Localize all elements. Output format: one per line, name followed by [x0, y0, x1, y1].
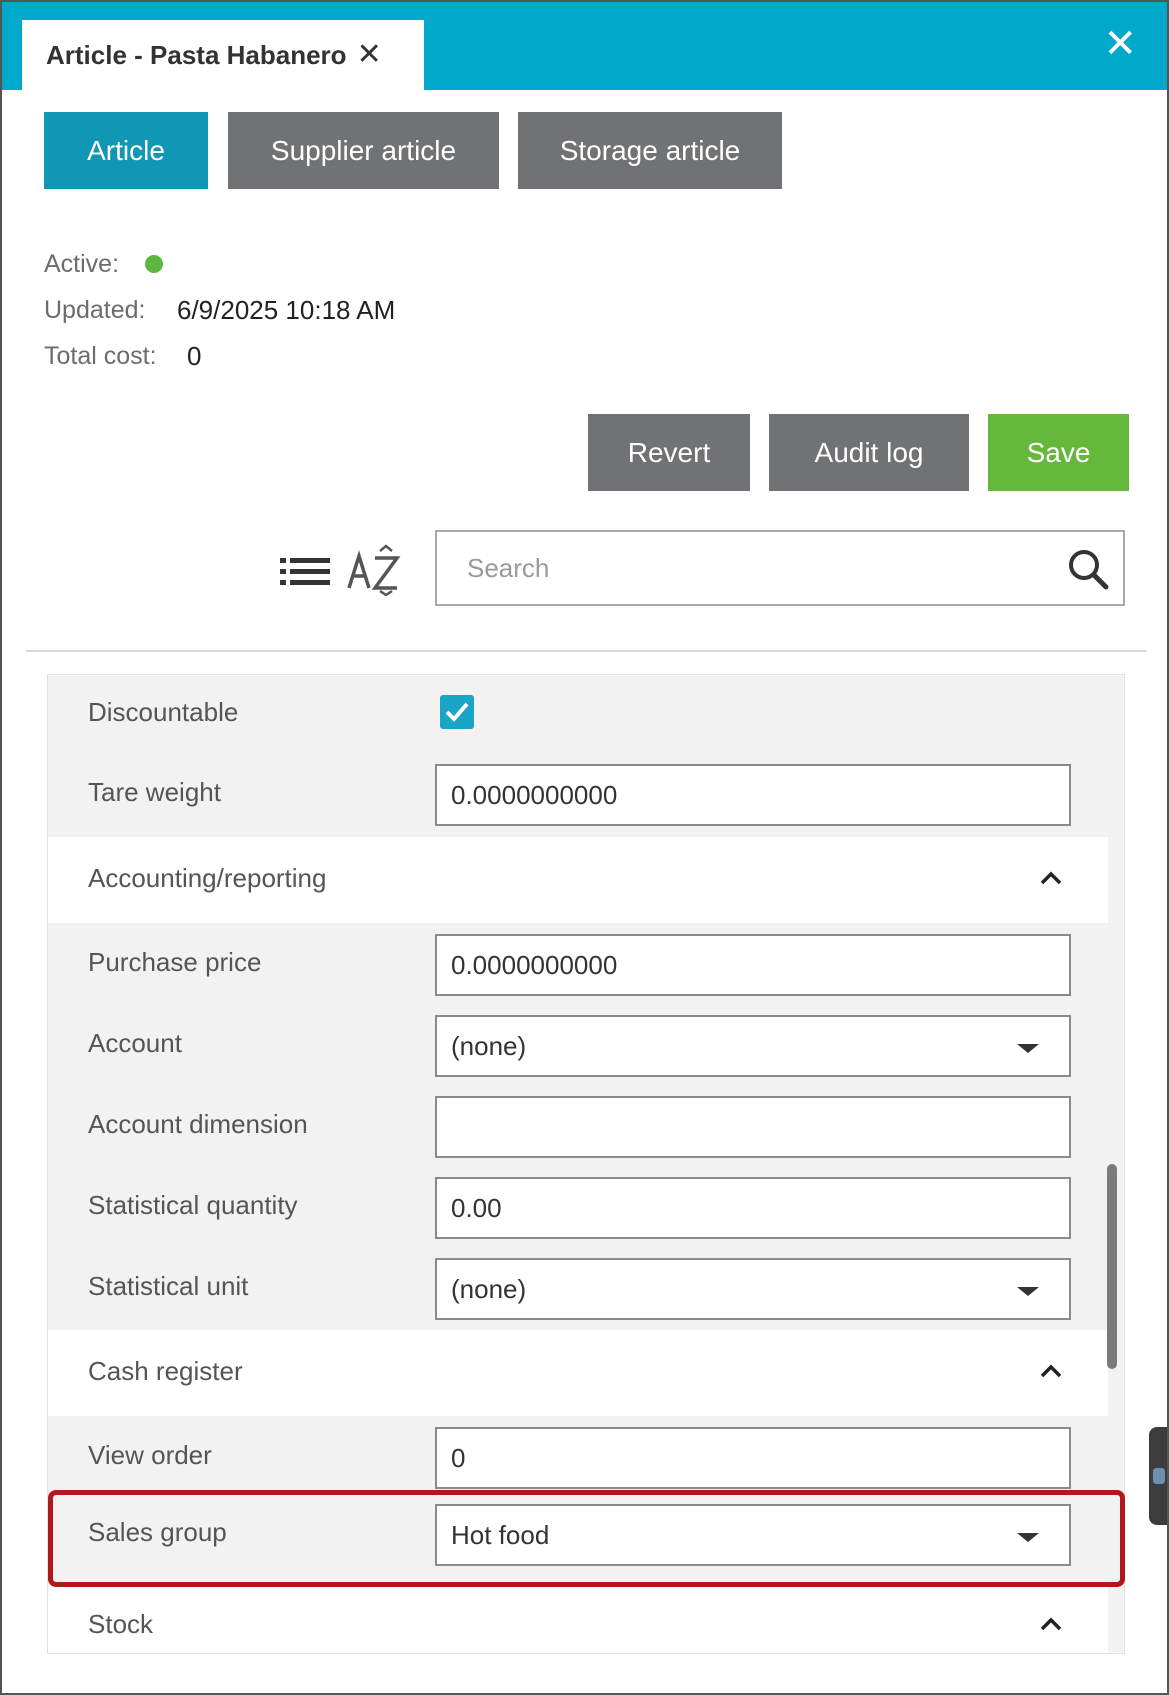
- view-order-value: 0: [451, 1442, 466, 1473]
- purchase-price-field[interactable]: 0.0000000000: [435, 934, 1071, 996]
- sales-group-value: Hot food: [451, 1519, 550, 1550]
- tab-title: Article - Pasta Habanero: [46, 39, 347, 70]
- account-dimension-field[interactable]: [435, 1096, 1071, 1158]
- total-cost-label: Total cost:: [44, 342, 157, 370]
- search-icon[interactable]: [1067, 548, 1109, 590]
- chevron-up-icon: [1040, 871, 1062, 885]
- divider: [26, 650, 1147, 652]
- tab-close-icon[interactable]: ✕: [357, 40, 382, 70]
- discountable-label: Discountable: [88, 697, 239, 727]
- caret-down-icon: [1017, 1287, 1039, 1296]
- tare-weight-field[interactable]: 0.0000000000: [435, 764, 1071, 826]
- statistical-unit-value: (none): [451, 1273, 527, 1304]
- save-button[interactable]: Save: [988, 414, 1129, 491]
- purchase-price-label: Purchase price: [88, 947, 262, 977]
- checkmark-icon: [445, 702, 469, 722]
- purchase-price-value: 0.0000000000: [451, 949, 618, 980]
- chevron-up-icon: [1040, 1617, 1062, 1631]
- section-title: Cash register: [88, 1356, 243, 1386]
- caret-down-icon: [1017, 1533, 1039, 1542]
- caret-down-icon: [1017, 1044, 1039, 1053]
- sort-az-icon[interactable]: [347, 544, 401, 596]
- tare-weight-value: 0.0000000000: [451, 779, 618, 810]
- tab-article[interactable]: Article: [44, 112, 208, 189]
- tab-storage-article[interactable]: Storage article: [518, 112, 782, 189]
- section-title: Accounting/reporting: [88, 863, 327, 893]
- list-view-icon[interactable]: [280, 557, 330, 587]
- revert-button[interactable]: Revert: [588, 414, 750, 491]
- sales-group-select[interactable]: Hot food: [435, 1504, 1071, 1566]
- statistical-quantity-value: 0.00: [451, 1192, 502, 1223]
- view-order-field[interactable]: 0: [435, 1427, 1071, 1489]
- search-input[interactable]: [437, 532, 1057, 604]
- statistical-quantity-label: Statistical quantity: [88, 1190, 298, 1220]
- account-value: (none): [451, 1030, 527, 1061]
- updated-label: Updated:: [44, 296, 146, 324]
- account-label: Account: [88, 1028, 182, 1058]
- tab-article-pasta-habanero[interactable]: Article - Pasta Habanero ✕: [22, 20, 424, 90]
- tab-supplier-article[interactable]: Supplier article: [228, 112, 499, 189]
- panel-scrollbar[interactable]: [1107, 1164, 1117, 1369]
- section-stock[interactable]: Stock: [48, 1583, 1108, 1653]
- section-title: Stock: [88, 1609, 154, 1639]
- total-cost-value: 0: [187, 341, 202, 371]
- discountable-checkbox[interactable]: [440, 695, 474, 729]
- active-status-dot: [145, 255, 163, 273]
- properties-panel: Discountable Tare weight 0.0000000000 Ac…: [47, 674, 1125, 1654]
- view-order-label: View order: [88, 1440, 212, 1470]
- updated-value: 6/9/2025 10:18 AM: [177, 295, 396, 325]
- side-panel-handle-icon: [1153, 1468, 1165, 1484]
- tare-weight-label: Tare weight: [88, 777, 221, 807]
- account-select[interactable]: (none): [435, 1015, 1071, 1077]
- statistical-unit-label: Statistical unit: [88, 1271, 249, 1301]
- article-window: Article - Pasta Habanero ✕ ✕ Article Sup…: [0, 0, 1169, 1695]
- search-box: [435, 530, 1125, 606]
- statistical-unit-select[interactable]: (none): [435, 1258, 1071, 1320]
- sales-group-label: Sales group: [88, 1517, 227, 1547]
- audit-log-button[interactable]: Audit log: [769, 414, 969, 491]
- statistical-quantity-field[interactable]: 0.00: [435, 1177, 1071, 1239]
- window-close-icon[interactable]: ✕: [1103, 24, 1137, 64]
- active-label: Active:: [44, 250, 120, 278]
- section-cash-register[interactable]: Cash register: [48, 1330, 1108, 1416]
- title-bar: Article - Pasta Habanero ✕ ✕: [2, 2, 1167, 90]
- section-accounting-reporting[interactable]: Accounting/reporting: [48, 837, 1108, 923]
- account-dimension-label: Account dimension: [88, 1109, 308, 1139]
- chevron-up-icon: [1040, 1364, 1062, 1378]
